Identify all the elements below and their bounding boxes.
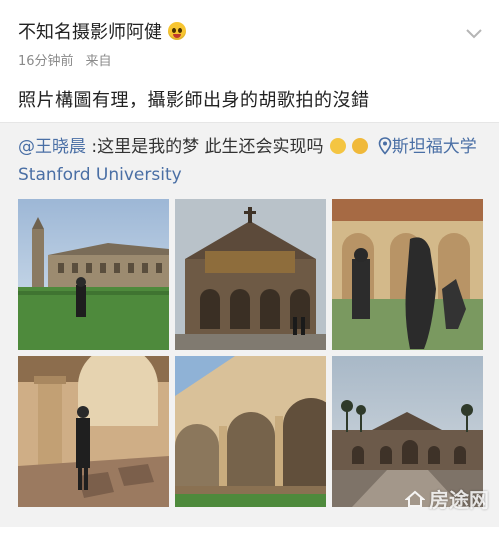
smile-emoji-icon [329, 138, 346, 154]
watermark-text: 房途网 [429, 488, 489, 512]
cry-emoji-icon [352, 138, 369, 154]
mention-link[interactable]: @王晓晨 [18, 137, 86, 157]
post-time: 16分钟前 [18, 54, 74, 69]
watermark: 房途网 [405, 484, 489, 513]
chevron-down-icon[interactable] [463, 22, 485, 44]
location-pin-icon [378, 137, 392, 155]
post-content: 照片構圖有理，攝影師出身的胡歌拍的沒錯 [18, 90, 370, 111]
photo-4[interactable] [18, 356, 169, 507]
photo-1[interactable] [18, 199, 169, 350]
photo-3[interactable] [332, 199, 483, 350]
photo-5[interactable] [175, 356, 326, 507]
weibo-post: 不知名摄影师阿健 16分钟前 来自 照片構圖有理，攝影師出身的胡歌拍的沒錯 @王… [0, 0, 499, 534]
post-header: 不知名摄影师阿健 16分钟前 来自 [18, 18, 485, 74]
repost-text: @王晓晨 :这里是我的梦 此生还会实现吗 斯坦福大学 Stanford Univ… [18, 133, 485, 189]
repost-body: :这里是我的梦 此生还会实现吗 [86, 137, 324, 157]
house-logo-icon [405, 490, 425, 507]
username[interactable]: 不知名摄影师阿健 [18, 18, 162, 44]
name-row: 不知名摄影师阿健 [18, 18, 485, 44]
post-source: 来自 [85, 54, 112, 69]
photo-grid [18, 199, 483, 507]
post-meta: 16分钟前 来自 [18, 50, 485, 69]
photo-2[interactable] [175, 199, 326, 350]
repost-card[interactable]: @王晓晨 :这里是我的梦 此生还会实现吗 斯坦福大学 Stanford Univ… [0, 122, 499, 527]
surprised-face-icon [168, 22, 186, 40]
